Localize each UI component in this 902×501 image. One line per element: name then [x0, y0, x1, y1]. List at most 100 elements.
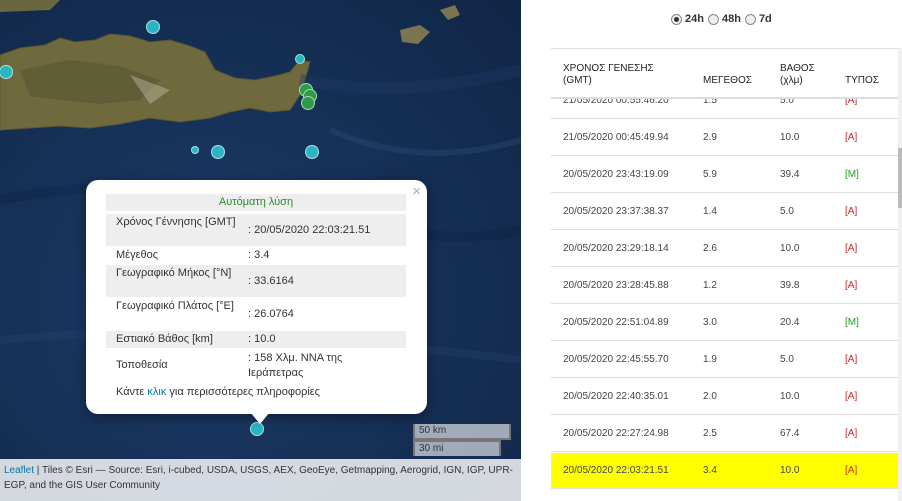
earthquake-marker[interactable] [191, 146, 199, 154]
table-row[interactable]: 20/05/2020 23:37:38.37 1.4 5.0 [A] [551, 194, 898, 230]
popup-footer: Κάντε κλικ για περισσότερες πληροφορίες [116, 386, 320, 398]
cell-depth: 10.0 [780, 465, 800, 476]
cell-depth: 39.8 [780, 280, 800, 291]
leaflet-link[interactable]: Leaflet [4, 465, 34, 476]
cell-depth: 39.4 [780, 169, 800, 180]
radio-48h[interactable]: 48h [707, 13, 741, 25]
scroll-thumb[interactable] [898, 148, 902, 208]
header-magnitude[interactable]: ΜΕΓΕΘΟΣ [703, 75, 752, 87]
cell-time: 20/05/2020 23:29:18.14 [563, 243, 669, 254]
radio-button[interactable] [744, 13, 756, 25]
table-body: 21/05/2020 00:55:46.20 1.5 5.0 [A] 21/05/202… [551, 99, 898, 501]
table-row[interactable]: 20/05/2020 22:27:24.98 2.5 67.4 [A] [551, 416, 898, 452]
more-info-link[interactable]: κλικ [147, 386, 166, 398]
cell-magnitude: 1.2 [703, 280, 717, 291]
header-time[interactable]: ΧΡΟΝΟΣ ΓΕΝΕΣΗΣ (GMT) [563, 63, 673, 87]
cell-magnitude: 3.4 [703, 465, 717, 476]
cell-type: [A] [845, 280, 858, 291]
earthquake-popup: × Αυτόματη λύση Χρόνος Γέννησης [GMT] : … [86, 180, 427, 414]
cell-type: [A] [845, 428, 858, 439]
cell-time: 21/05/2020 00:45:49.94 [563, 132, 669, 143]
popup-row-latitude: Γεωγραφικό Πλάτος [°E] : 26.0764 [116, 300, 294, 320]
cell-type: [A] [845, 465, 858, 476]
earthquake-list-panel: 24h 48h 7d ΧΡΟΝΟΣ ΓΕΝΕΣΗΣ (GMT) ΜΕΓΕΘΟΣ … [521, 0, 902, 501]
radio-7d[interactable]: 7d [744, 13, 772, 25]
table-row[interactable]: 20/05/2020 23:29:18.14 2.6 10.0 [A] [551, 231, 898, 267]
radio-24h[interactable]: 24h [671, 13, 704, 25]
cell-time: 20/05/2020 22:45:55.70 [563, 354, 669, 365]
scale-km: 50 km [413, 424, 511, 440]
cell-depth: 67.4 [780, 428, 800, 439]
cell-type: [A] [845, 391, 858, 402]
cell-time: 20/05/2020 22:03:21.51 [563, 465, 669, 476]
cell-magnitude: 2.9 [703, 132, 717, 143]
cell-type: [M] [845, 490, 859, 501]
cell-depth: 5.0 [780, 206, 794, 217]
cell-depth: 10.0 [780, 132, 800, 143]
table-row[interactable]: 20/05/2020 22:03:21.51 3.4 10.0 [A] [551, 453, 898, 489]
cell-depth: 5.0 [780, 99, 794, 106]
cell-depth: 5.0 [780, 354, 794, 365]
island-small [400, 25, 430, 44]
header-type[interactable]: ΤΥΠΟΣ [845, 75, 879, 87]
earthquake-marker[interactable] [295, 54, 305, 64]
cell-magnitude: 1.5 [703, 99, 717, 106]
table-row[interactable]: 20/05/2020 22:51:04.89 3.0 20.4 [M] [551, 305, 898, 341]
earthquake-marker[interactable] [211, 145, 225, 159]
cell-magnitude: 2.6 [703, 243, 717, 254]
cell-time: 20/05/2020 23:43:19.09 [563, 169, 669, 180]
cell-time: 20/05/2020 22:40:35.01 [563, 391, 669, 402]
earthquake-marker[interactable] [305, 145, 319, 159]
cell-time: 20/05/2020 23:28:45.88 [563, 280, 669, 291]
time-range-selector: 24h 48h 7d [671, 13, 774, 25]
cell-magnitude: 1.9 [703, 354, 717, 365]
table-row[interactable]: 20/05/2020 21:52:36.50 1.5 21.3 [M] [551, 490, 898, 501]
table-row[interactable]: 20/05/2020 22:45:55.70 1.9 5.0 [A] [551, 342, 898, 378]
cell-type: [A] [845, 132, 858, 143]
map-view[interactable]: × Αυτόματη λύση Χρόνος Γέννησης [GMT] : … [0, 0, 521, 501]
table-row[interactable]: 21/05/2020 00:55:46.20 1.5 5.0 [A] [551, 99, 898, 119]
popup-row-magnitude: Μέγεθος : 3.4 [116, 249, 270, 261]
popup-row-time: Χρόνος Γέννησης [GMT] : 20/05/2020 22:03… [106, 214, 406, 246]
table-row[interactable]: 20/05/2020 22:40:35.01 2.0 10.0 [A] [551, 379, 898, 415]
cell-type: [A] [845, 354, 858, 365]
cell-time: 20/05/2020 23:37:38.37 [563, 206, 669, 217]
cell-magnitude: 1.4 [703, 206, 717, 217]
cell-depth: 10.0 [780, 391, 800, 402]
table-header: ΧΡΟΝΟΣ ΓΕΝΕΣΗΣ (GMT) ΜΕΓΕΘΟΣ ΒΑΘΟΣ (χλμ)… [551, 49, 898, 99]
radio-button[interactable] [707, 13, 719, 25]
popup-row-longitude: Γεωγραφικό Μήκος [°N] : 33.6164 [106, 265, 406, 297]
cell-magnitude: 2.5 [703, 428, 717, 439]
island-small [440, 5, 460, 20]
popup-tip [250, 412, 270, 424]
cell-magnitude: 5.9 [703, 169, 717, 180]
map-attribution: Leaflet | Tiles © Esri — Source: Esri, i… [0, 459, 521, 501]
close-icon[interactable]: × [412, 183, 421, 200]
popup-title: Αυτόματη λύση [106, 194, 406, 211]
cell-type: [A] [845, 243, 858, 254]
radio-button[interactable] [671, 13, 682, 25]
cell-type: [A] [845, 99, 858, 106]
cell-depth: 21.3 [780, 490, 799, 501]
cell-type: [M] [845, 317, 859, 328]
earthquake-marker[interactable] [301, 96, 315, 110]
cell-depth: 10.0 [780, 243, 800, 254]
earthquake-marker-selected[interactable] [250, 422, 264, 436]
cell-time: 20/05/2020 21:52:36.50 [563, 490, 669, 501]
cell-magnitude: 1.5 [703, 490, 717, 501]
cell-depth: 20.4 [780, 317, 800, 328]
scale-mi: 30 mi [413, 440, 501, 456]
earthquake-marker[interactable] [146, 20, 160, 34]
cell-type: [M] [845, 169, 859, 180]
scrollbar[interactable] [898, 48, 902, 501]
cell-time: 20/05/2020 22:51:04.89 [563, 317, 669, 328]
header-depth[interactable]: ΒΑΘΟΣ (χλμ) [780, 63, 830, 87]
popup-row-location: Τοποθεσία : 158 Χλμ. ΝΝΑ της Ιεράπετρας [116, 352, 343, 379]
popup-row-depth: Εστιακό Βάθος [km] : 10.0 [106, 331, 406, 348]
table-row[interactable]: 20/05/2020 23:28:45.88 1.2 39.8 [A] [551, 268, 898, 304]
cell-time: 21/05/2020 00:55:46.20 [563, 99, 669, 106]
table-row[interactable]: 21/05/2020 00:45:49.94 2.9 10.0 [A] [551, 120, 898, 156]
cell-time: 20/05/2020 22:27:24.98 [563, 428, 669, 439]
cell-type: [A] [845, 206, 858, 217]
table-row[interactable]: 20/05/2020 23:43:19.09 5.9 39.4 [M] [551, 157, 898, 193]
